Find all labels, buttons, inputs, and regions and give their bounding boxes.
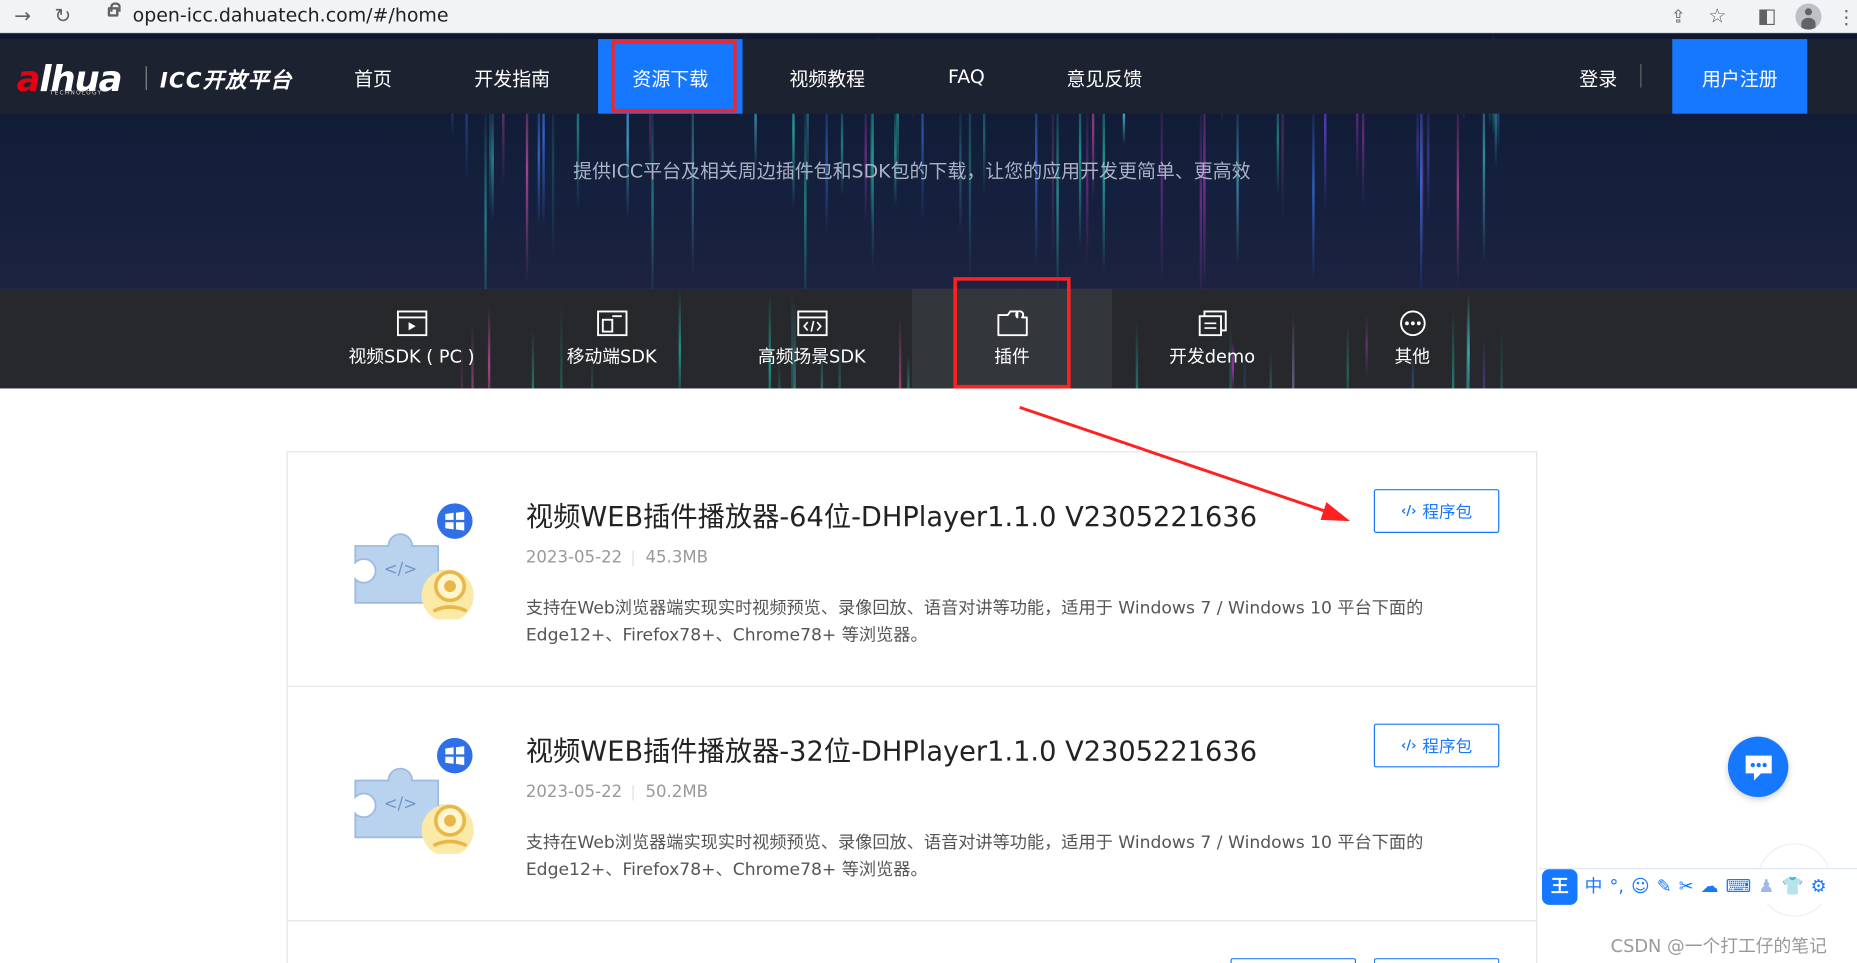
tab-label: 其他 (1394, 345, 1431, 367)
lock-icon (107, 2, 121, 17)
menu-kebab-icon[interactable]: ⋮ (1831, 2, 1857, 30)
light-streak (1056, 85, 1060, 289)
tab-label: 移动端SDK (566, 345, 657, 367)
download-package-button[interactable]: ‹/› 程序包 (1373, 489, 1500, 533)
logo-divider (145, 66, 147, 91)
card-divider (287, 920, 1537, 922)
user-icon[interactable]: ♟ (1758, 877, 1774, 896)
reload-icon[interactable]: ↻ (47, 2, 78, 30)
light-streak (1311, 98, 1315, 282)
code-icon: ‹/› (1400, 737, 1417, 754)
ime-toolbar: 王 中 °, ☺ ✎ ✂ ☁ ⌨ ♟ 👕 ⚙ (1539, 868, 1857, 905)
item-description: 支持在Web浏览器端实现实时视频预览、录像回放、语音对讲等功能，适用于 Wind… (525, 833, 1424, 880)
svg-text:</>: </> (384, 559, 417, 578)
card-divider (287, 685, 1537, 687)
register-button[interactable]: 用户注册 (1672, 39, 1808, 114)
platform-name: ICC开放平台 (159, 68, 293, 94)
tab-plugins[interactable]: 插件 (911, 288, 1113, 389)
item-date: 2023-05-22 (525, 548, 623, 568)
bookmark-star-icon[interactable]: ☆ (1702, 2, 1733, 30)
plugin-illustration-icon: </> (339, 735, 479, 858)
document-stack-icon (1198, 309, 1227, 336)
login-link[interactable]: 登录 (1572, 39, 1625, 114)
light-streak (651, 92, 654, 289)
video-player-icon (396, 309, 427, 336)
meta-divider (632, 550, 634, 567)
tab-scene-sdk[interactable]: 高频场景SDK (712, 289, 912, 388)
tab-dev-demo[interactable]: 开发demo (1112, 289, 1312, 388)
emoji-icon[interactable]: ☺ (1631, 877, 1650, 896)
url-text[interactable]: open-icc.dahuatech.com/#/home (133, 4, 449, 27)
hero-subtitle: 提供ICC平台及相关周边插件包和SDK包的下载，让您的应用开发更简单、更高效 (573, 159, 1251, 183)
tab-mobile-sdk[interactable]: 移动端SDK (512, 289, 712, 388)
tab-label: 插件 (994, 345, 1030, 367)
ime-mode[interactable]: 中 (1585, 877, 1603, 896)
plugin-illustration-icon: </> (339, 501, 479, 624)
punctuation-icon[interactable]: °, (1609, 877, 1624, 896)
code-window-icon (796, 309, 828, 336)
plugin-folder-icon (996, 309, 1028, 336)
light-streak (1457, 89, 1460, 288)
code-icon: ‹/› (1400, 503, 1417, 519)
settings-gear-icon[interactable]: ⚙ (1811, 877, 1827, 896)
csdn-watermark: CSDN @一个打工仔的笔记 (1610, 935, 1827, 957)
share-icon[interactable]: ⇪ (1663, 2, 1694, 30)
annotation-arrow (1019, 406, 1351, 522)
tab-video-sdk-pc[interactable]: 视频SDK ( PC ) (311, 289, 511, 388)
light-streak (894, 99, 897, 208)
item-description: 支持在Web浏览器端实现实时视频预览、录像回放、语音对讲等功能，适用于 Wind… (525, 599, 1424, 646)
side-panel-icon[interactable]: ◧ (1752, 2, 1783, 30)
chat-support-button[interactable] (1727, 736, 1789, 798)
scissors-icon[interactable]: ✂ (1679, 877, 1694, 896)
nav-feedback[interactable]: 意见反馈 (1060, 39, 1149, 114)
light-streak (483, 102, 487, 289)
download-package-button[interactable]: ‹/› 程序包 (1373, 723, 1500, 768)
button-label: 程序包 (1422, 737, 1473, 757)
back-arrow-icon[interactable]: → (7, 2, 38, 30)
nav-faq[interactable]: FAQ (936, 39, 998, 114)
svg-text:</>: </> (384, 794, 417, 813)
tab-label: 视频SDK ( PC ) (348, 345, 475, 367)
tab-other[interactable]: 其他 (1312, 289, 1512, 388)
item-title[interactable]: 视频WEB插件播放器-32位-DHPlayer1.1.0 V2305221636 (526, 728, 1257, 768)
mobile-window-icon (596, 309, 627, 336)
partial-button[interactable] (1230, 958, 1357, 963)
button-label: 程序包 (1422, 502, 1473, 522)
nav-separator (1640, 63, 1642, 88)
keyboard-icon[interactable]: ⌨ (1726, 877, 1752, 896)
nav-video-tutorials[interactable]: 视频教程 (783, 39, 872, 114)
profile-avatar[interactable] (1795, 3, 1822, 30)
tab-label: 高频场景SDK (757, 345, 866, 367)
more-icon (1399, 309, 1426, 336)
handwriting-icon[interactable]: ✎ (1657, 877, 1672, 896)
item-size: 50.2MB (645, 782, 709, 802)
skin-icon[interactable]: 👕 (1781, 877, 1803, 896)
cloud-icon[interactable]: ☁ (1701, 877, 1719, 896)
nav-dev-guide[interactable]: 开发指南 (468, 39, 557, 114)
logo-subtitle: TECHNOLOGY (49, 90, 103, 98)
item-date: 2023-05-22 (525, 782, 623, 802)
chat-bubble-icon (1745, 754, 1772, 780)
nav-home[interactable]: 首页 (338, 39, 409, 114)
partial-button[interactable] (1373, 958, 1500, 963)
item-size: 45.3MB (645, 548, 709, 568)
meta-divider (632, 785, 634, 801)
tab-label: 开发demo (1169, 345, 1256, 367)
nav-downloads[interactable]: 资源下载 (598, 39, 743, 114)
ime-logo-icon[interactable]: 王 (1541, 868, 1578, 905)
